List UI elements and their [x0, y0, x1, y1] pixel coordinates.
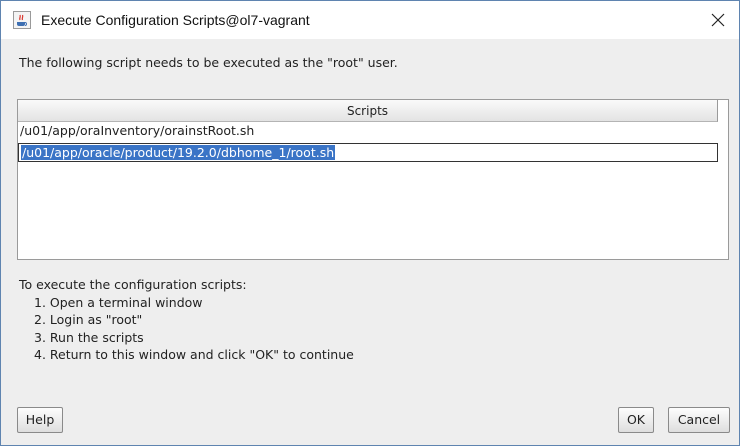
table-row-selected[interactable]: /u01/app/oracle/product/19.2.0/dbhome_1/… [18, 143, 718, 162]
instructions: To execute the configuration scripts: 1.… [19, 276, 354, 364]
window-title: Execute Configuration Scripts@ol7-vagran… [41, 12, 310, 28]
instruction-step: 4. Return to this window and click "OK" … [34, 347, 354, 362]
instruction-step: 3. Run the scripts [34, 329, 144, 345]
java-coffee-cup-icon [13, 11, 31, 29]
cancel-button-label: Cancel [677, 412, 721, 427]
help-button-label: Help [25, 412, 55, 427]
title-bar: Execute Configuration Scripts@ol7-vagran… [1, 1, 739, 39]
instructions-heading: To execute the configuration scripts: [19, 277, 247, 292]
close-button[interactable] [701, 3, 735, 37]
script-path: /u01/app/oraInventory/orainstRoot.sh [20, 123, 255, 138]
instructions-steps: 1. Open a terminal window 2. Login as "r… [19, 294, 354, 364]
intro-text: The following script needs to be execute… [19, 55, 398, 70]
instruction-step: 1. Open a terminal window [34, 294, 203, 310]
scripts-table: Scripts /u01/app/oraInventory/orainstRoo… [17, 99, 729, 260]
ok-button-label: OK [626, 412, 646, 427]
scripts-column-header[interactable]: Scripts [18, 100, 718, 122]
instruction-step: 2. Login as "root" [34, 312, 143, 327]
dialog-window: Execute Configuration Scripts@ol7-vagran… [0, 0, 740, 446]
cancel-button[interactable]: Cancel [668, 407, 730, 433]
script-path: /u01/app/oracle/product/19.2.0/dbhome_1/… [21, 145, 336, 160]
ok-button[interactable]: OK [618, 407, 654, 433]
help-button[interactable]: Help [17, 407, 63, 433]
close-icon [711, 13, 725, 27]
table-row[interactable]: /u01/app/oraInventory/orainstRoot.sh [18, 122, 718, 141]
